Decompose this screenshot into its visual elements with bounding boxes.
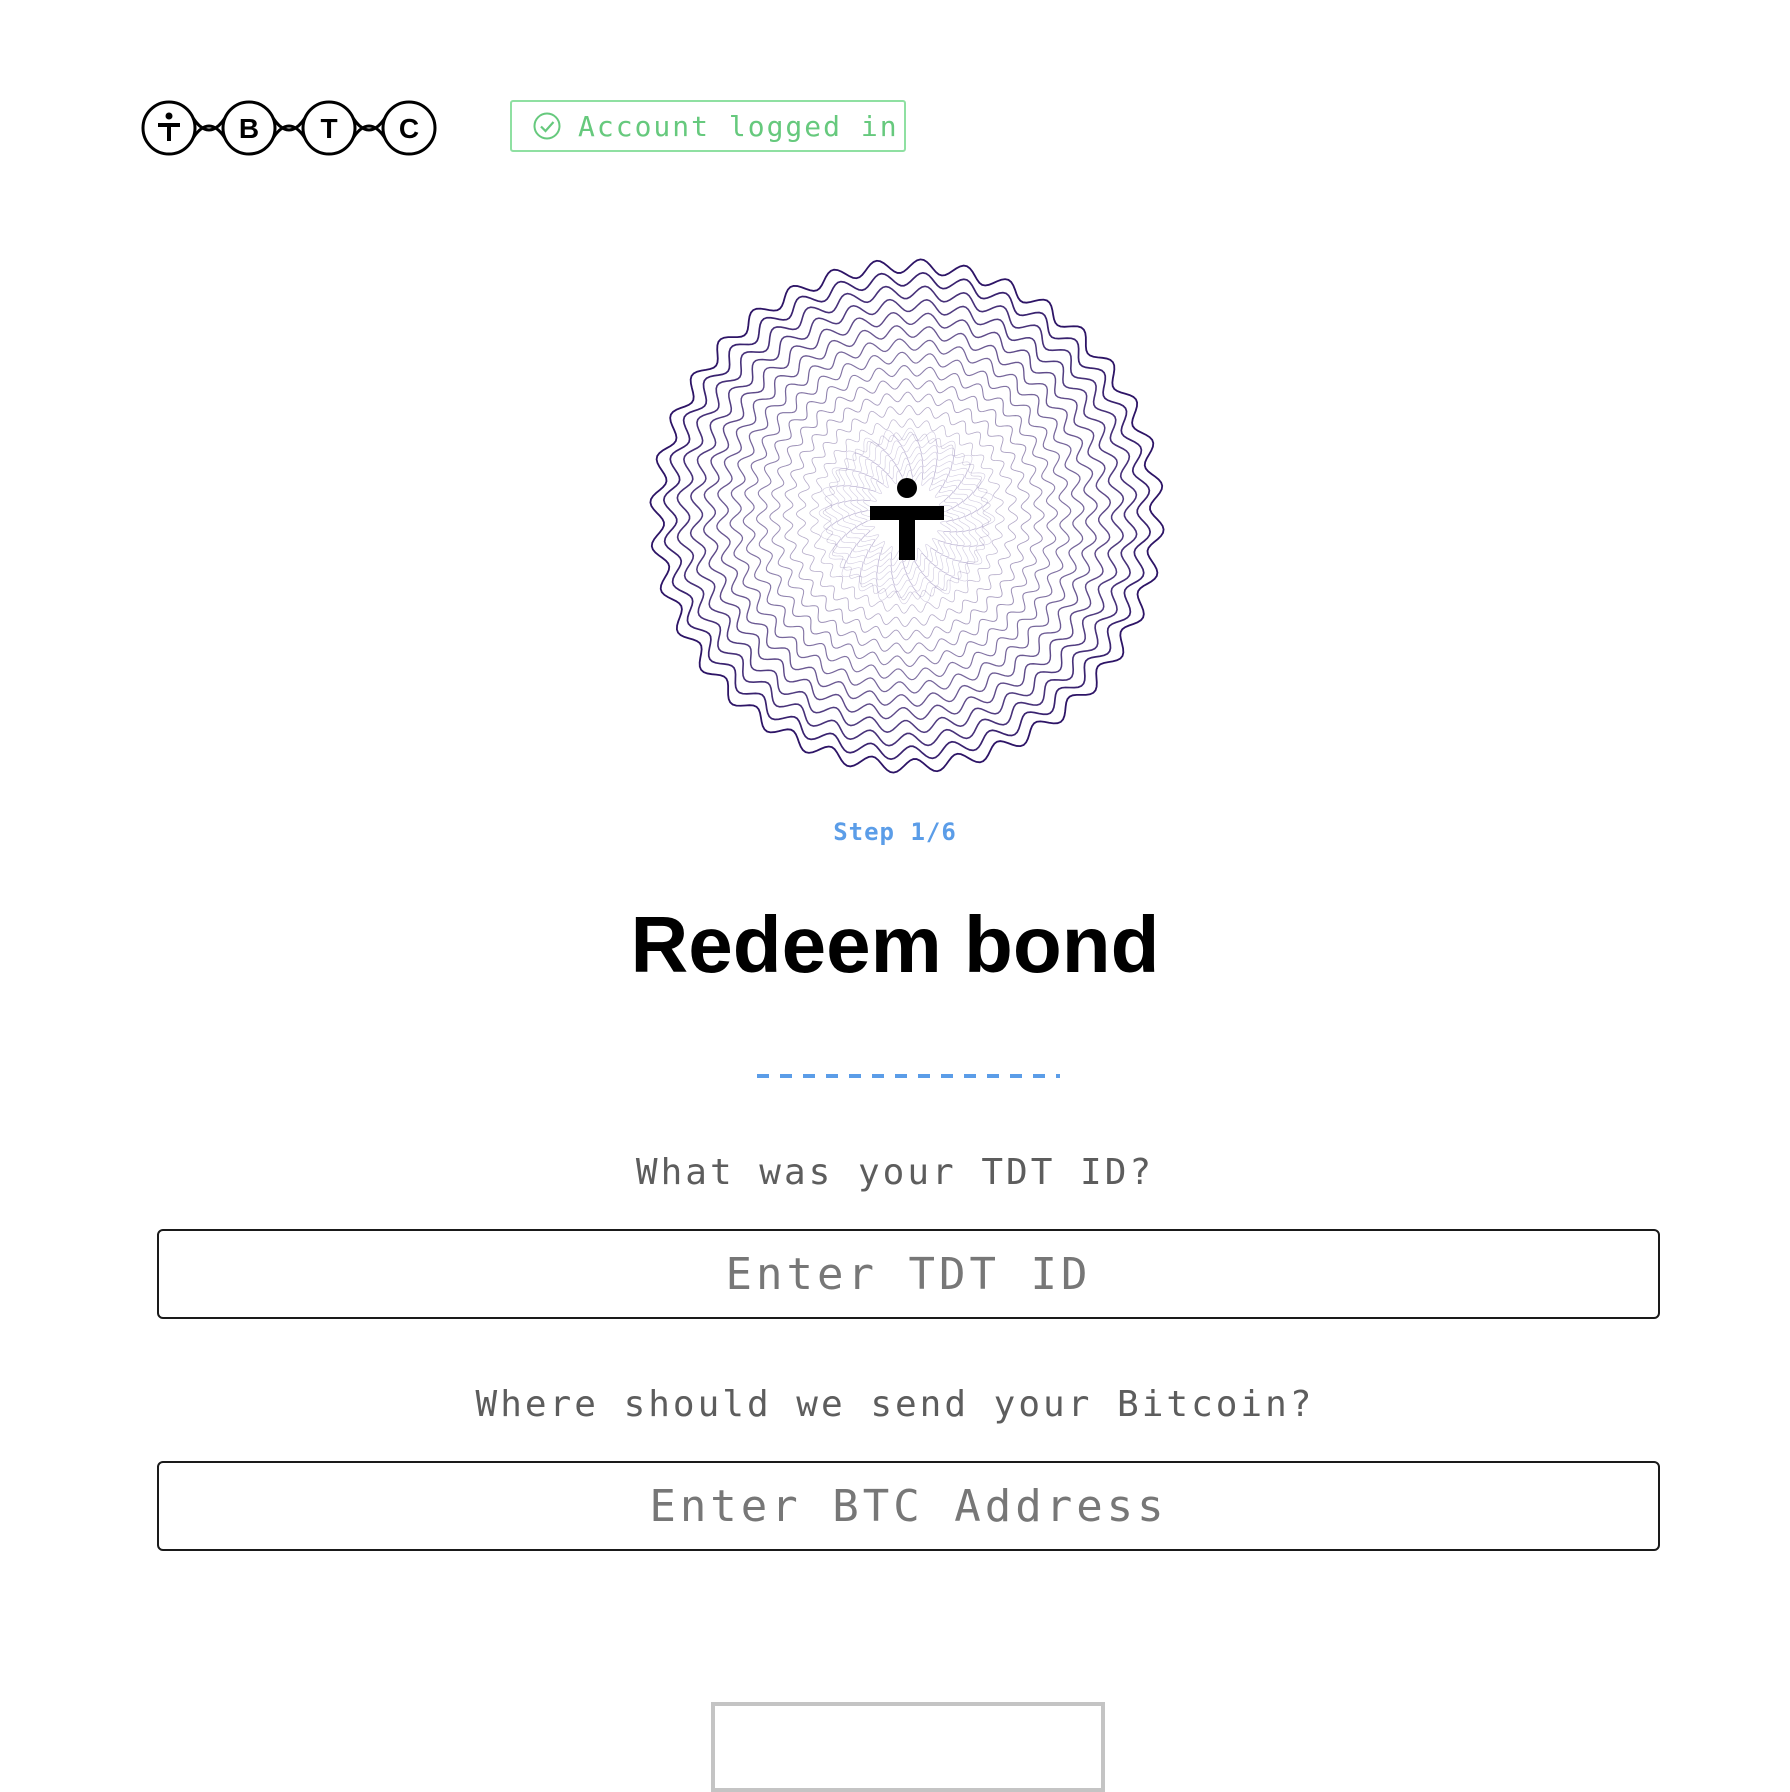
btc-address-label: Where should we send your Bitcoin?: [475, 1384, 1315, 1425]
btc-address-input[interactable]: [157, 1461, 1660, 1551]
tbtc-mark-icon: [870, 478, 944, 560]
step-indicator: Step 1/6: [833, 818, 957, 846]
logo-letter-b: B: [239, 113, 259, 144]
tdt-id-label: What was your TDT ID?: [635, 1152, 1155, 1193]
tdt-id-input[interactable]: [157, 1229, 1660, 1319]
hero-illustration: [649, 258, 1165, 774]
dashed-divider: [757, 1074, 1060, 1078]
logo-letter-c: C: [399, 113, 419, 144]
account-status-text: Account logged in: [578, 109, 899, 143]
account-status-badge: Account logged in: [510, 100, 906, 152]
submit-button[interactable]: [711, 1702, 1105, 1792]
page-title: Redeem bond: [630, 900, 1160, 989]
tbtc-logo[interactable]: B T C: [139, 98, 439, 158]
logo-letter-t: T: [320, 113, 337, 144]
header: B T C Account logged in: [0, 0, 1790, 220]
tbtc-mark-small-icon: [158, 112, 180, 141]
check-circle-icon: [533, 112, 561, 140]
